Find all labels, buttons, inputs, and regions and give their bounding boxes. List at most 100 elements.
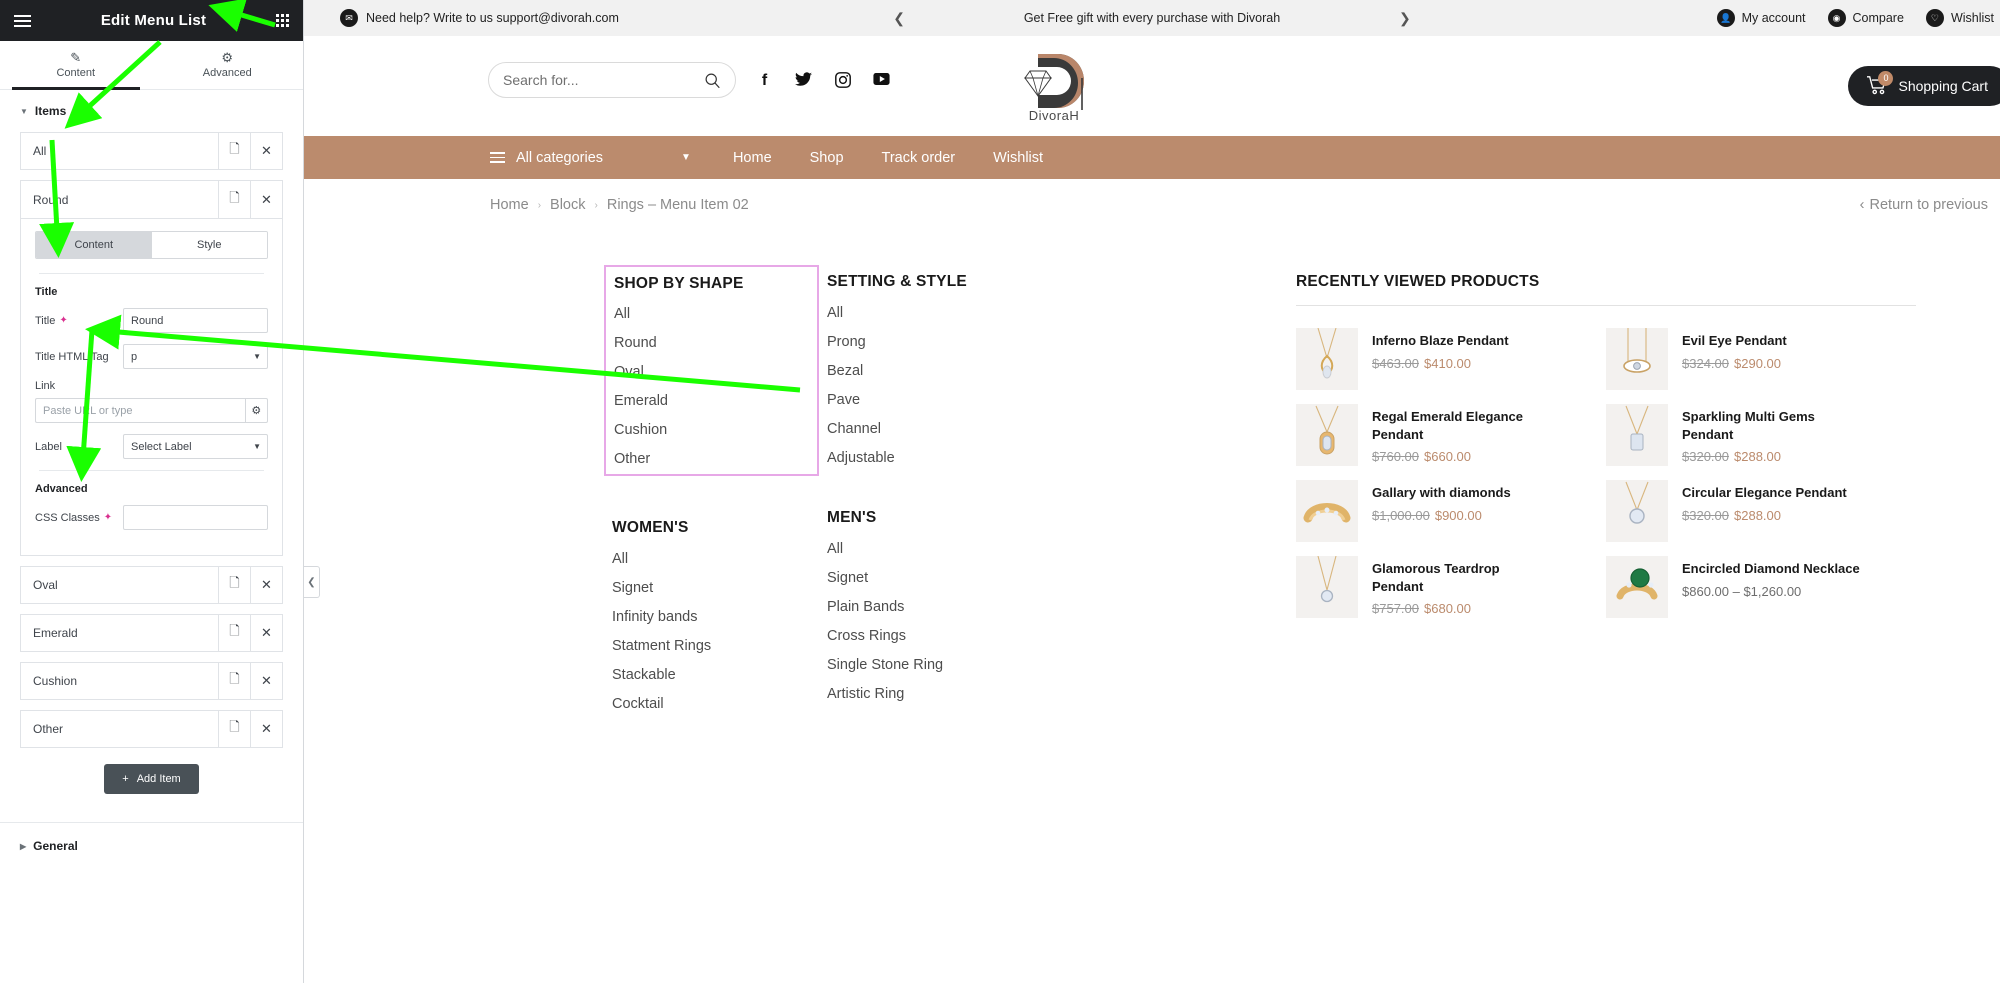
- subtab-style[interactable]: Style: [151, 232, 267, 258]
- copy-icon[interactable]: 🗋: [218, 567, 250, 603]
- chevron-down-icon[interactable]: ▼: [681, 152, 691, 163]
- close-icon[interactable]: ✕: [250, 663, 282, 699]
- close-icon[interactable]: ✕: [250, 133, 282, 169]
- product-name[interactable]: Gallary with diamonds: [1372, 484, 1511, 502]
- menu-link[interactable]: Plain Bands: [827, 599, 1042, 615]
- ai-sparkle-icon[interactable]: ✦: [104, 512, 112, 523]
- product-name[interactable]: Inferno Blaze Pendant: [1372, 332, 1509, 350]
- product-name[interactable]: Circular Elegance Pendant: [1682, 484, 1847, 502]
- product-item[interactable]: Regal Emerald Elegance Pendant $760.00 $6…: [1296, 404, 1606, 466]
- wishlist-link[interactable]: ♡ Wishlist: [1925, 9, 1994, 27]
- menu-link[interactable]: All: [612, 551, 827, 567]
- repeater-row[interactable]: Oval 🗋 ✕: [20, 566, 283, 604]
- menu-column-shop-by-shape[interactable]: SHOP BY SHAPE All Round Oval Emerald Cus…: [604, 265, 819, 476]
- repeater-row[interactable]: Cushion 🗋 ✕: [20, 662, 283, 700]
- product-item[interactable]: Circular Elegance Pendant $320.00 $288.00: [1606, 480, 1916, 542]
- all-categories-button[interactable]: All categories: [490, 150, 603, 166]
- product-item[interactable]: Encircled Diamond Necklace $860.00 – $1,…: [1606, 556, 1916, 618]
- repeater-row[interactable]: Round 🗋 ✕: [21, 181, 282, 219]
- compare-link[interactable]: ◉ Compare: [1827, 9, 1904, 27]
- menu-link[interactable]: Signet: [827, 570, 1042, 586]
- link-input[interactable]: [35, 398, 245, 423]
- menu-link[interactable]: Round: [614, 335, 807, 351]
- tab-advanced[interactable]: ⚙ Advanced: [152, 41, 304, 89]
- nav-item-home[interactable]: Home: [733, 150, 772, 166]
- product-item[interactable]: Gallary with diamonds $1,000.00 $900.00: [1296, 480, 1606, 542]
- copy-icon[interactable]: 🗋: [218, 133, 250, 169]
- site-logo[interactable]: DivoraH: [994, 50, 1114, 123]
- title-tag-select[interactable]: p: [123, 344, 268, 369]
- menu-link[interactable]: All: [614, 306, 807, 322]
- menu-link[interactable]: All: [827, 541, 1042, 557]
- tab-content[interactable]: ✎ Content: [0, 41, 152, 90]
- return-to-previous-link[interactable]: ‹ Return to previous: [1860, 197, 1988, 213]
- youtube-icon[interactable]: [873, 72, 890, 93]
- menu-link[interactable]: Cocktail: [612, 696, 827, 712]
- menu-link[interactable]: Signet: [612, 580, 827, 596]
- instagram-icon[interactable]: [834, 72, 851, 93]
- copy-icon[interactable]: 🗋: [218, 615, 250, 651]
- section-general[interactable]: ▶ General: [0, 823, 303, 869]
- breadcrumb-item-home[interactable]: Home: [490, 197, 529, 213]
- menu-link[interactable]: Cross Rings: [827, 628, 1042, 644]
- product-name[interactable]: Encircled Diamond Necklace: [1682, 560, 1860, 578]
- menu-link[interactable]: Adjustable: [827, 450, 1042, 466]
- menu-link[interactable]: Emerald: [614, 393, 807, 409]
- repeater-row[interactable]: Emerald 🗋 ✕: [20, 614, 283, 652]
- nav-item-track-order[interactable]: Track order: [882, 150, 956, 166]
- add-item-button[interactable]: + Add Item: [104, 764, 199, 794]
- hamburger-icon[interactable]: [14, 14, 31, 27]
- menu-link[interactable]: All: [827, 305, 1042, 321]
- close-icon[interactable]: ✕: [250, 711, 282, 747]
- product-name[interactable]: Glamorous Teardrop Pendant: [1372, 560, 1552, 595]
- breadcrumb-item-block[interactable]: Block: [550, 197, 585, 213]
- product-name[interactable]: Regal Emerald Elegance Pendant: [1372, 408, 1552, 443]
- chevron-right-icon[interactable]: ❯: [1387, 10, 1423, 27]
- menu-link[interactable]: Statment Rings: [612, 638, 827, 654]
- menu-link[interactable]: Channel: [827, 421, 1042, 437]
- repeater-row[interactable]: All 🗋 ✕: [20, 132, 283, 170]
- subtab-content[interactable]: Content: [36, 232, 152, 258]
- product-item[interactable]: Inferno Blaze Pendant $463.00 $410.00: [1296, 328, 1606, 390]
- gear-icon[interactable]: ⚙: [244, 398, 268, 423]
- product-name[interactable]: Evil Eye Pendant: [1682, 332, 1787, 350]
- menu-link[interactable]: Single Stone Ring: [827, 657, 1042, 673]
- menu-link[interactable]: Bezal: [827, 363, 1042, 379]
- menu-link[interactable]: Prong: [827, 334, 1042, 350]
- close-icon[interactable]: ✕: [250, 181, 282, 218]
- search-input[interactable]: Search for...: [488, 62, 736, 98]
- twitter-icon[interactable]: [795, 72, 812, 93]
- product-name[interactable]: Sparkling Multi Gems Pendant: [1682, 408, 1862, 443]
- search-icon[interactable]: [704, 72, 721, 89]
- label-select[interactable]: Select Label: [123, 434, 268, 459]
- panel-collapse-button[interactable]: ❮: [304, 566, 320, 598]
- copy-icon[interactable]: 🗋: [218, 181, 250, 218]
- shopping-cart-button[interactable]: 0 Shopping Cart: [1848, 66, 2000, 106]
- ai-sparkle-icon[interactable]: ✦: [59, 315, 67, 326]
- facebook-icon[interactable]: f: [756, 72, 773, 93]
- product-item[interactable]: Glamorous Teardrop Pendant $757.00 $680.0…: [1296, 556, 1606, 618]
- close-icon[interactable]: ✕: [250, 615, 282, 651]
- menu-link[interactable]: Infinity bands: [612, 609, 827, 625]
- menu-link[interactable]: Artistic Ring: [827, 686, 1042, 702]
- section-items[interactable]: ▼ Items: [0, 90, 303, 132]
- menu-link[interactable]: Oval: [614, 364, 807, 380]
- nav-item-wishlist[interactable]: Wishlist: [993, 150, 1043, 166]
- my-account-link[interactable]: 👤 My account: [1716, 9, 1806, 27]
- css-classes-input[interactable]: [123, 505, 268, 530]
- copy-icon[interactable]: 🗋: [218, 663, 250, 699]
- chevron-left-icon: ‹: [1859, 197, 1865, 213]
- close-icon[interactable]: ✕: [250, 567, 282, 603]
- grid-icon[interactable]: [275, 14, 289, 27]
- chevron-left-icon[interactable]: ❮: [881, 10, 917, 27]
- product-item[interactable]: Sparkling Multi Gems Pendant $320.00 $288…: [1606, 404, 1916, 466]
- menu-link[interactable]: Other: [614, 451, 807, 467]
- product-item[interactable]: Evil Eye Pendant $324.00 $290.00: [1606, 328, 1916, 390]
- menu-link[interactable]: Cushion: [614, 422, 807, 438]
- menu-link[interactable]: Stackable: [612, 667, 827, 683]
- repeater-row[interactable]: Other 🗋 ✕: [20, 710, 283, 748]
- title-input[interactable]: [123, 308, 268, 333]
- copy-icon[interactable]: 🗋: [218, 711, 250, 747]
- menu-link[interactable]: Pave: [827, 392, 1042, 408]
- nav-item-shop[interactable]: Shop: [810, 150, 844, 166]
